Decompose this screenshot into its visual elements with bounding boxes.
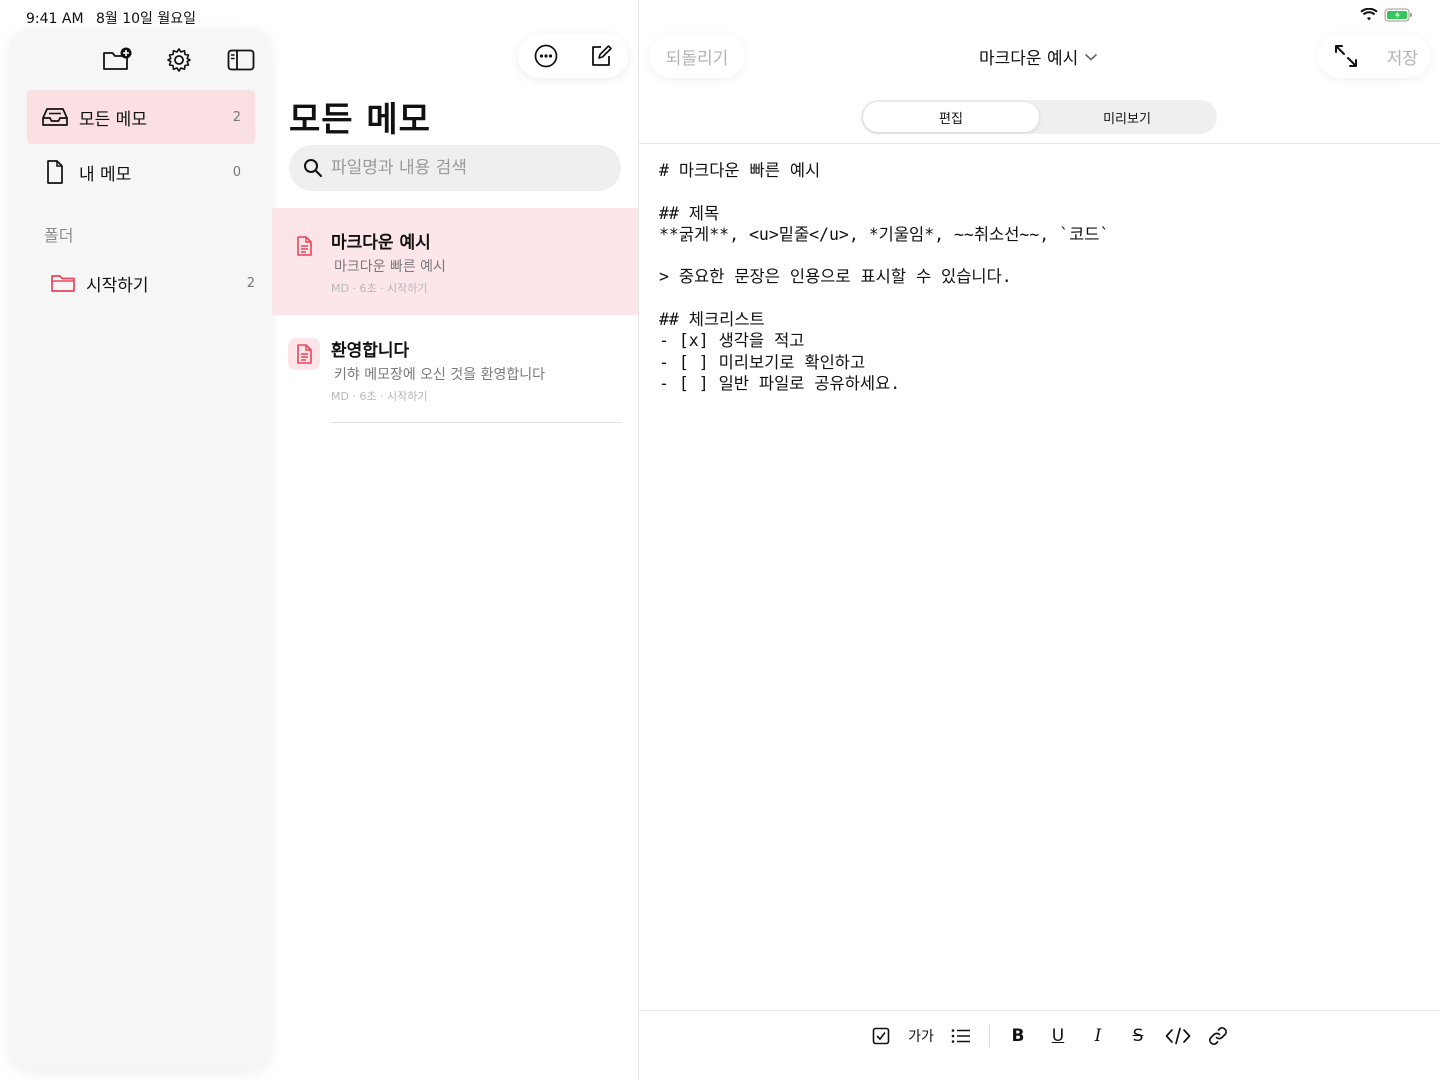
- folder-count: 2: [246, 275, 255, 291]
- strikethrough-button[interactable]: S: [1118, 1018, 1158, 1054]
- note-list-item[interactable]: 환영합니다 키햐 메모장에 오신 것을 환영합니다 MD · 6초 · 시작하기: [272, 316, 638, 423]
- format-separator: [989, 1025, 990, 1047]
- text-size-button[interactable]: 가가: [901, 1018, 941, 1054]
- format-bar-divider: [639, 1010, 1440, 1011]
- document-title-menu[interactable]: 마크다운 예시: [979, 44, 1098, 69]
- tab-preview[interactable]: 미리보기: [1039, 102, 1215, 132]
- note-file-icon: [288, 230, 320, 262]
- toggle-sidebar-button[interactable]: [223, 42, 259, 78]
- search-icon: [304, 159, 323, 178]
- screen: 9:41 AM 8월 10일 월요일 모든 메모 2 내 메모 0 폴더 시작하…: [0, 0, 1440, 1080]
- compose-button[interactable]: [583, 38, 619, 74]
- note-title: 마크다운 예시: [331, 233, 431, 253]
- link-icon: [1209, 1027, 1227, 1045]
- settings-button[interactable]: [161, 42, 197, 78]
- search-bar[interactable]: [289, 145, 621, 191]
- note-divider: [331, 422, 622, 423]
- sidebar-item-all-notes[interactable]: 모든 메모 2: [27, 90, 255, 144]
- code-button[interactable]: [1158, 1018, 1198, 1054]
- folders-section-label: 폴더: [44, 226, 74, 245]
- mode-segmented-control: 편집 미리보기: [861, 100, 1217, 134]
- checkbox-icon: [872, 1027, 890, 1045]
- underline-button[interactable]: U: [1038, 1018, 1078, 1054]
- notes-list-column: 모든 메모 마크다운 예시 마크다운 빠른 예시 MD · 6초 · 시작하기: [272, 0, 638, 1080]
- list-actions: [518, 34, 628, 78]
- note-title: 환영합니다: [331, 341, 410, 361]
- code-icon: [1165, 1027, 1191, 1045]
- folder-label: 시작하기: [86, 275, 149, 296]
- editor-divider: [639, 143, 1440, 144]
- gear-icon: [167, 48, 191, 72]
- note-preview: 키햐 메모장에 오신 것을 환영합니다: [334, 367, 545, 383]
- note-meta: MD · 6초 · 시작하기: [331, 282, 428, 295]
- more-icon: [534, 44, 557, 68]
- markdown-editor-textarea[interactable]: # 마크다운 빠른 예시 ## 제목 **굵게**, <u>밑줄</u>, *기…: [659, 160, 1109, 394]
- tray-icon: [42, 108, 68, 126]
- expand-icon: [1335, 45, 1357, 67]
- status-bar-time: 9:41 AM 8월 10일 월요일: [26, 8, 204, 28]
- sidebar-toggle-icon: [227, 49, 255, 71]
- italic-button[interactable]: I: [1078, 1018, 1118, 1054]
- compose-icon: [591, 45, 612, 66]
- checkbox-button[interactable]: [861, 1018, 901, 1054]
- sidebar-item-my-notes[interactable]: 내 메모 0: [27, 145, 255, 199]
- sidebar-item-label: 모든 메모: [79, 109, 147, 130]
- save-button[interactable]: 저장: [1387, 44, 1418, 69]
- sidebar-toolbar: [99, 42, 259, 78]
- sidebar-item-count: 0: [232, 164, 241, 180]
- sidebar-item-label: 내 메모: [79, 164, 132, 185]
- list-button[interactable]: [941, 1018, 981, 1054]
- editor-right-actions: 저장: [1318, 34, 1430, 78]
- note-preview: 마크다운 빠른 예시: [334, 259, 446, 275]
- format-toolbar: 가가 B U I S: [861, 1018, 1238, 1054]
- document-icon: [47, 160, 63, 184]
- note-file-icon: [288, 338, 320, 370]
- status-time: 9:41 AM: [26, 11, 84, 27]
- link-button[interactable]: [1198, 1018, 1238, 1054]
- note-meta: MD · 6초 · 시작하기: [331, 390, 428, 403]
- expand-button[interactable]: [1328, 38, 1364, 74]
- undo-button[interactable]: 되돌리기: [649, 34, 745, 78]
- folder-item-getting-started[interactable]: 시작하기 2: [50, 266, 255, 300]
- page-title: 모든 메모: [289, 100, 431, 140]
- new-folder-icon: [103, 47, 132, 70]
- sidebar: 모든 메모 2 내 메모 0 폴더 시작하기 2: [10, 30, 271, 1070]
- sidebar-item-count: 2: [232, 109, 241, 125]
- status-date: 8월 10일 월요일: [96, 11, 197, 27]
- document-title: 마크다운 예시: [979, 49, 1079, 69]
- bold-button[interactable]: B: [998, 1018, 1038, 1054]
- tab-edit[interactable]: 편집: [863, 102, 1039, 132]
- more-button[interactable]: [528, 38, 564, 74]
- folder-icon: [51, 275, 75, 292]
- new-folder-button[interactable]: [99, 42, 135, 78]
- list-icon: [951, 1029, 970, 1043]
- search-input[interactable]: [331, 158, 601, 178]
- chevron-down-icon: [1085, 53, 1098, 61]
- editor-pane: 되돌리기 마크다운 예시 저장 편집 미리보기 # 마크다운 빠른 예시 ## …: [639, 0, 1440, 1080]
- note-list-item[interactable]: 마크다운 예시 마크다운 빠른 예시 MD · 6초 · 시작하기: [272, 208, 638, 315]
